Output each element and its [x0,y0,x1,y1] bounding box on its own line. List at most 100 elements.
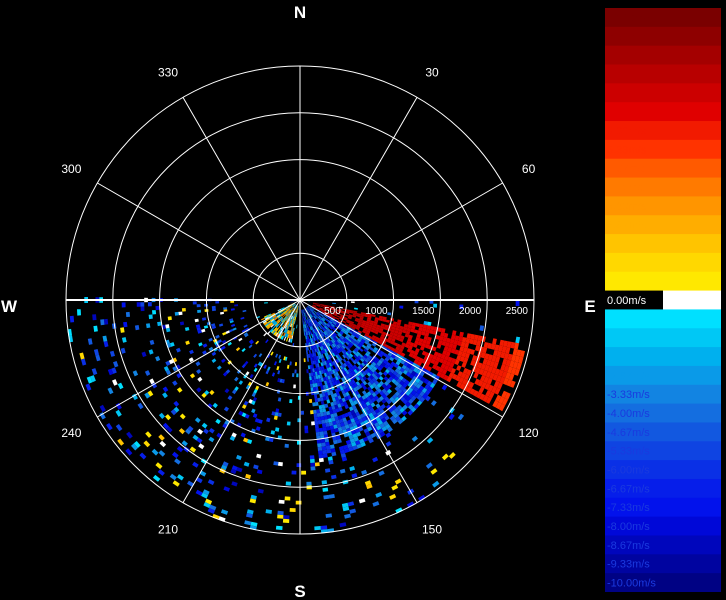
velocity-bin [234,304,239,307]
velocity-bin [203,325,209,329]
velocity-bin [218,323,224,327]
velocity-bin [323,494,330,500]
colorbar-swatch [663,290,721,310]
velocity-bin [375,492,383,498]
range-label: 1500 [412,306,435,317]
velocity-bin [286,337,289,342]
velocity-bin [87,338,93,345]
velocity-bin [121,302,126,308]
velocity-bin [93,325,98,332]
velocity-bin [335,317,340,320]
velocity-bin [310,462,316,467]
velocity-bin [245,473,251,479]
colorbar-label: 4.00m/s [607,182,647,194]
velocity-bin [263,332,267,337]
velocity-bin [278,354,282,359]
azimuth-label: 60 [522,162,536,176]
velocity-bin [162,392,168,399]
velocity-bin [139,452,147,460]
colorbar-label: 7.33m/s [607,88,647,100]
velocity-bin [198,342,203,347]
velocity-bin [120,327,125,333]
velocity-bin [378,470,385,476]
velocity-bin [238,337,243,342]
velocity-bin [112,379,118,386]
velocity-bin [372,501,380,507]
velocity-bin [103,341,109,348]
colorbar-label: -0.67m/s [607,314,650,326]
velocity-bin [256,453,262,459]
velocity-bin [107,387,114,395]
velocity-bin [309,455,315,460]
velocity-bin [215,301,220,304]
velocity-bin [325,468,331,473]
velocity-bin [323,430,328,435]
velocity-bin [185,340,190,345]
velocity-bin [441,384,448,391]
velocity-bin [315,431,320,437]
velocity-bin [208,428,215,434]
velocity-bin [95,354,101,362]
velocity-bin [221,358,226,363]
velocity-bin [399,305,404,309]
colorbar-label: 5.33m/s [607,144,647,156]
range-label: 2500 [506,306,529,317]
velocity-bin [315,428,320,433]
velocity-bin [165,324,170,329]
colorbar-label: -2.67m/s [607,370,650,382]
velocity-bin [430,325,435,331]
velocity-bin [277,412,282,417]
velocity-bin [319,412,324,417]
velocity-bin [315,401,319,406]
velocity-bin [290,300,294,302]
velocity-bin [251,408,256,414]
velocity-bin [265,509,272,514]
velocity-bin [102,335,108,342]
velocity-bin [176,347,181,353]
velocity-bin [275,427,280,432]
velocity-bin [415,323,420,328]
velocity-bin [189,373,196,379]
velocity-bin [290,301,295,303]
velocity-bin [207,479,215,486]
velocity-bin [344,513,351,519]
velocity-bin [125,448,133,456]
velocity-bin [264,302,268,304]
velocity-bin [316,439,322,444]
velocity-bin [106,423,113,431]
velocity-bin [140,302,145,307]
velocity-bin [223,406,229,412]
velocity-bin [158,412,165,419]
velocity-bin [173,400,180,407]
velocity-bin [289,361,292,366]
velocity-bin [302,317,304,321]
velocity-bin [197,376,203,382]
velocity-bin [331,474,337,480]
velocity-bin [301,470,307,475]
velocity-bin [306,481,312,486]
velocity-bin [325,441,330,447]
velocity-bin [79,352,85,360]
velocity-bin [313,413,318,418]
velocity-bin [276,366,280,371]
velocity-bin [158,450,166,457]
velocity-bin [113,361,119,368]
velocity-colorbar: 10.00m/s 9.33m/s 8.67m/s 8.00m/s 7.33m/s 6.67… [605,8,721,592]
azimuth-spoke [97,299,301,418]
colorbar-label: -4.00m/s [607,408,650,420]
colorbar-label: 8.00m/s [607,69,647,81]
velocity-bin [176,474,184,481]
velocity-bin [144,370,151,376]
velocity-bin [479,325,484,331]
velocity-data-layer [67,297,525,534]
velocity-bin [100,319,105,326]
cardinal-west: W [1,297,18,316]
velocity-bin [242,309,247,313]
velocity-bin [240,432,246,438]
velocity-bin [342,320,346,324]
velocity-bin [277,510,284,516]
velocity-bin [293,384,296,389]
radar-velocity-plot: N S E W 30 60 120 150 210 240 300 330 500 1000 150… [1,3,596,600]
velocity-bin [312,402,316,407]
velocity-bin [289,508,296,512]
